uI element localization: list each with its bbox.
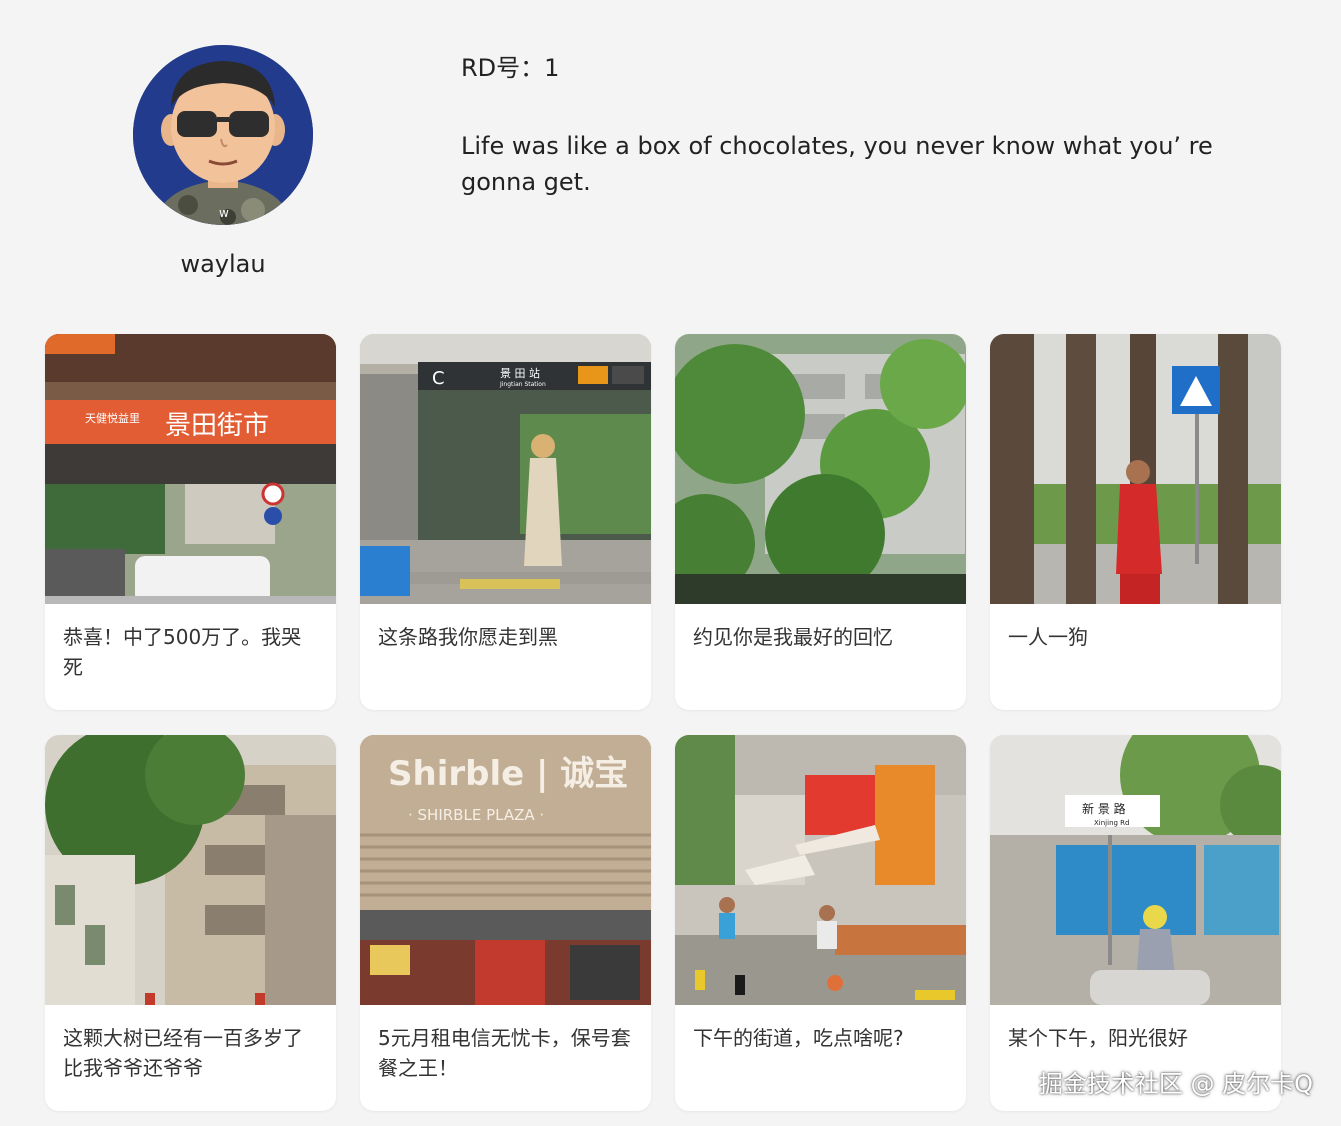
photo-sign-text: Shirble | 诚宝 (388, 754, 628, 794)
photo-sign-sub: · SHIRBLE PLAZA · (408, 806, 544, 824)
card-photo: 新 景 路 Xinjing Rd (990, 735, 1281, 1005)
card-title: 约见你是我最好的回忆 (693, 625, 893, 649)
card-photo (675, 334, 966, 604)
card-title: 下午的街道，吃点啥呢? (693, 1026, 904, 1050)
photo-card[interactable]: 这颗大树已经有一百多岁了比我爷爷还爷爷 (45, 735, 336, 1111)
photo-card[interactable]: 景田街市 天健悦益里 恭喜！中了500万了。我哭死 (45, 334, 336, 710)
profile-header: w waylau RD号：1 Life was like a box of ch… (0, 0, 1341, 320)
photo-sign-letter: C (432, 368, 445, 389)
profile-motto: Life was like a box of chocolates, you n… (461, 132, 1213, 196)
card-title: 这条路我你愿走到黑 (378, 625, 558, 649)
watermark: 掘金技术社区 @ 皮尔卡Q (1038, 1070, 1313, 1098)
card-title: 恭喜！中了500万了。我哭死 (63, 625, 302, 679)
photo-sign-text: 新 景 路 (1082, 801, 1126, 816)
photo-card[interactable]: 新 景 路 Xinjing Rd 某个下午，阳光很好 (990, 735, 1281, 1111)
photo-card[interactable]: 下午的街道，吃点啥呢? (675, 735, 966, 1111)
card-photo (45, 735, 336, 1005)
card-photo (990, 334, 1281, 604)
card-photo: C 景 田 站 Jingtian Station (360, 334, 651, 604)
photo-card[interactable]: Shirble | 诚宝 · SHIRBLE PLAZA · 5元月租电信无忧卡… (360, 735, 651, 1111)
card-photo (675, 735, 966, 1005)
card-title: 5元月租电信无忧卡，保号套餐之王！ (378, 1026, 631, 1080)
svg-text:w: w (219, 206, 229, 220)
photo-card[interactable]: 约见你是我最好的回忆 (675, 334, 966, 710)
photo-card[interactable]: C 景 田 站 Jingtian Station 这条路我你愿走到黑 (360, 334, 651, 710)
card-title: 一人一狗 (1008, 625, 1088, 649)
card-title: 某个下午，阳光很好 (1008, 1026, 1188, 1050)
photo-sign-sub: Xinjing Rd (1094, 819, 1129, 827)
card-title: 这颗大树已经有一百多岁了比我爷爷还爷爷 (63, 1026, 303, 1080)
card-photo: Shirble | 诚宝 · SHIRBLE PLAZA · (360, 735, 651, 1005)
photo-grid: 景田街市 天健悦益里 恭喜！中了500万了。我哭死 C 景 田 站 Jingti… (45, 334, 1281, 1111)
avatar-illustration: w (133, 45, 313, 225)
username: waylau (180, 250, 266, 278)
photo-sign-sub: 天健悦益里 (85, 411, 140, 425)
photo-sign-text: 景田街市 (165, 411, 269, 441)
avatar[interactable]: w (133, 45, 313, 225)
photo-sign-sub: Jingtian Station (499, 381, 546, 388)
rd-number: RD号：1 (461, 54, 560, 82)
card-photo: 景田街市 天健悦益里 (45, 334, 336, 604)
photo-card[interactable]: 一人一狗 (990, 334, 1281, 710)
photo-sign-text: 景 田 站 (500, 366, 540, 380)
